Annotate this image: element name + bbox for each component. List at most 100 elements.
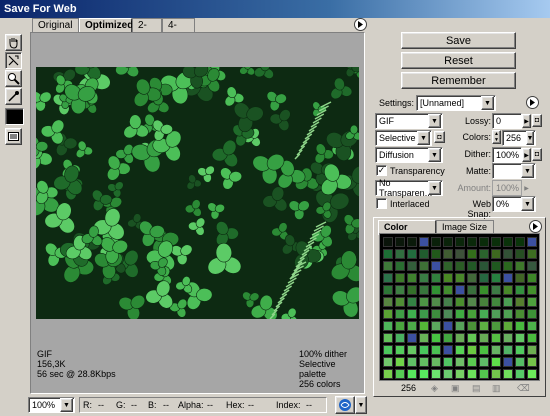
color-swatch[interactable] (395, 249, 405, 259)
transparency-checkbox[interactable]: ✓ (376, 165, 387, 176)
color-swatch[interactable] (431, 273, 441, 283)
color-swatch[interactable] (383, 261, 393, 271)
color-swatch[interactable] (503, 309, 513, 319)
color-swatch[interactable] (527, 261, 537, 271)
color-swatch[interactable] (527, 297, 537, 307)
save-button[interactable]: Save (401, 32, 516, 49)
color-swatch[interactable] (527, 249, 537, 259)
color-swatch[interactable] (395, 237, 405, 247)
color-swatch[interactable] (515, 249, 525, 259)
color-swatch[interactable] (503, 285, 513, 295)
color-swatch[interactable] (431, 321, 441, 331)
color-swatch[interactable] (443, 369, 453, 379)
lossy-slider-button[interactable]: ▶ (522, 114, 531, 128)
transparency-dither-dropdown[interactable]: No Transparen... ▼ (375, 178, 443, 198)
color-swatch[interactable] (455, 297, 465, 307)
color-swatch[interactable] (419, 273, 429, 283)
color-swatch[interactable] (443, 333, 453, 343)
foreground-color-swatch[interactable] (5, 108, 24, 125)
color-swatch[interactable] (527, 333, 537, 343)
color-swatch[interactable] (431, 309, 441, 319)
color-swatch[interactable] (443, 357, 453, 367)
dither-lock-icon[interactable]: ◘ (532, 148, 542, 161)
color-swatch[interactable] (383, 345, 393, 355)
dither-slider-button[interactable]: ▶ (522, 148, 531, 162)
color-swatch[interactable] (467, 357, 477, 367)
color-swatch[interactable] (395, 321, 405, 331)
color-swatch[interactable] (455, 237, 465, 247)
websnap-input[interactable]: 0% ▼ (492, 196, 536, 212)
color-swatch[interactable] (407, 273, 417, 283)
color-swatch[interactable] (491, 285, 501, 295)
color-swatch[interactable] (479, 321, 489, 331)
color-swatch[interactable] (395, 297, 405, 307)
color-swatch[interactable] (395, 345, 405, 355)
toggle-slices-button[interactable] (5, 128, 22, 145)
color-swatch[interactable] (503, 237, 513, 247)
color-swatch[interactable] (419, 357, 429, 367)
color-swatch[interactable] (419, 261, 429, 271)
color-swatch[interactable] (419, 321, 429, 331)
color-swatch[interactable] (431, 237, 441, 247)
color-swatch[interactable] (467, 333, 477, 343)
colors-stepper[interactable]: ▲ ▼ (492, 130, 501, 144)
new-color-icon[interactable]: ▤ (472, 383, 481, 394)
browser-menu-button[interactable]: ▼ (355, 396, 367, 414)
slice-select-tool[interactable] (5, 52, 22, 69)
lock-color-icon[interactable]: ▣ (451, 383, 460, 394)
tab-optimized[interactable]: Optimized (79, 18, 133, 33)
color-swatch[interactable] (419, 333, 429, 343)
color-swatch[interactable] (455, 261, 465, 271)
lossy-input[interactable]: 0 (492, 113, 522, 129)
color-swatch[interactable] (419, 237, 429, 247)
color-swatch[interactable] (479, 309, 489, 319)
color-swatch[interactable] (419, 309, 429, 319)
color-swatch[interactable] (515, 285, 525, 295)
color-swatch[interactable] (467, 285, 477, 295)
color-swatch[interactable] (443, 321, 453, 331)
color-swatch[interactable] (527, 345, 537, 355)
optimized-image[interactable] (36, 67, 359, 319)
color-swatch[interactable] (491, 357, 501, 367)
color-swatch[interactable] (479, 345, 489, 355)
color-swatch[interactable] (407, 333, 417, 343)
color-swatch[interactable] (455, 345, 465, 355)
color-swatch[interactable] (455, 309, 465, 319)
color-swatch[interactable] (407, 321, 417, 331)
color-swatch[interactable] (467, 261, 477, 271)
color-swatch[interactable] (443, 249, 453, 259)
color-swatch[interactable] (383, 357, 393, 367)
color-swatch[interactable] (419, 249, 429, 259)
color-swatch[interactable] (383, 249, 393, 259)
color-swatch[interactable] (503, 261, 513, 271)
color-swatch[interactable] (491, 273, 501, 283)
color-swatch[interactable] (407, 345, 417, 355)
color-swatch[interactable] (383, 273, 393, 283)
color-swatch[interactable] (515, 297, 525, 307)
color-swatch[interactable] (383, 285, 393, 295)
color-swatch[interactable] (467, 237, 477, 247)
lossy-lock-icon[interactable]: ◘ (532, 114, 542, 127)
color-swatch[interactable] (479, 297, 489, 307)
color-swatch[interactable] (467, 309, 477, 319)
color-swatch[interactable] (395, 285, 405, 295)
color-swatch[interactable] (503, 273, 513, 283)
color-swatch[interactable] (455, 273, 465, 283)
color-swatch[interactable] (383, 297, 393, 307)
color-swatch[interactable] (407, 237, 417, 247)
color-swatch[interactable] (491, 237, 501, 247)
reset-button[interactable]: Reset (401, 52, 516, 69)
color-swatch[interactable] (419, 285, 429, 295)
color-swatch[interactable] (491, 345, 501, 355)
hand-tool[interactable] (5, 34, 22, 51)
color-swatch[interactable] (455, 285, 465, 295)
color-swatch[interactable] (527, 309, 537, 319)
color-swatch[interactable] (467, 321, 477, 331)
color-swatch[interactable] (407, 357, 417, 367)
color-swatch[interactable] (407, 261, 417, 271)
color-swatch[interactable] (407, 369, 417, 379)
color-swatch[interactable] (515, 309, 525, 319)
color-swatch[interactable] (431, 333, 441, 343)
color-swatch[interactable] (395, 261, 405, 271)
color-swatch[interactable] (395, 309, 405, 319)
